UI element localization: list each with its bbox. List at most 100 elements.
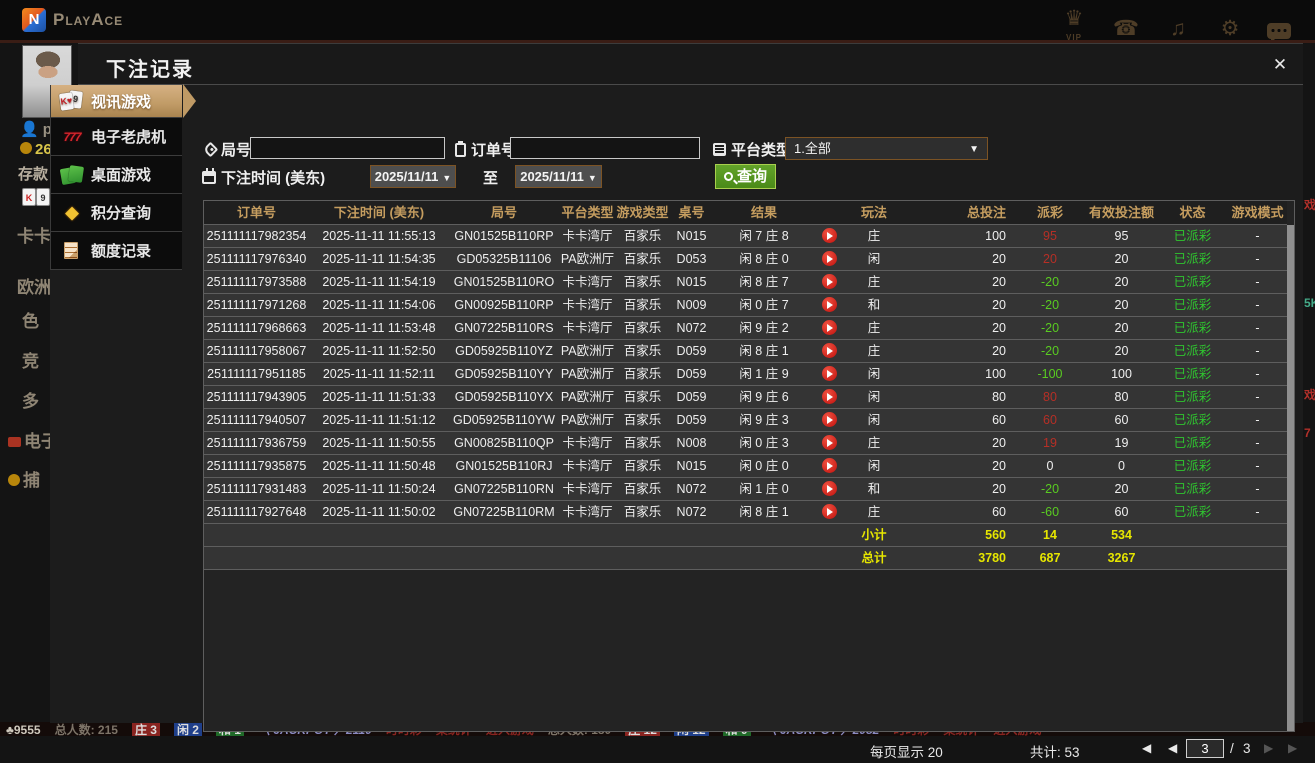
vertical-scrollbar[interactable] bbox=[1287, 225, 1294, 731]
cell-table_no: N015 bbox=[669, 455, 714, 477]
cell-payout: -20 bbox=[1016, 271, 1084, 293]
dialog-title: 下注记录 bbox=[106, 53, 194, 82]
brand-mark-icon: N bbox=[22, 8, 46, 32]
replay-video-button[interactable] bbox=[822, 412, 837, 427]
replay-video-button[interactable] bbox=[822, 435, 837, 450]
cell-game_mode: - bbox=[1226, 501, 1289, 523]
cell-platform: 卡卡湾厅 bbox=[559, 455, 616, 477]
date-from-picker[interactable]: 2025/11/11▼ bbox=[370, 165, 456, 188]
cell-order_no: 251111117951185 bbox=[204, 363, 309, 385]
settings-gear-icon[interactable]: ⚙ bbox=[1215, 16, 1245, 42]
bg-fragment: 戏 bbox=[1304, 196, 1315, 213]
cell-valid_bet: 20 bbox=[1084, 478, 1159, 500]
summary-label: 总计 bbox=[844, 547, 904, 569]
replay-video-button[interactable] bbox=[822, 274, 837, 289]
cell-game_mode: - bbox=[1226, 409, 1289, 431]
cell-order_no: 251111117927648 bbox=[204, 501, 309, 523]
cell-round_no: GD05925B110YY bbox=[449, 363, 559, 385]
replay-video-button[interactable] bbox=[822, 481, 837, 496]
table-row[interactable]: 2511111179358752025-11-11 11:50:48GN0152… bbox=[204, 455, 1287, 478]
table-row[interactable]: 2511111179511852025-11-11 11:52:11GD0592… bbox=[204, 363, 1287, 386]
cell-platform: 卡卡湾厅 bbox=[559, 271, 616, 293]
cell-table_no: D059 bbox=[669, 409, 714, 431]
table-row[interactable]: 2511111179735882025-11-11 11:54:19GN0152… bbox=[204, 271, 1287, 294]
cell-order_no: 251111117958067 bbox=[204, 340, 309, 362]
marquee-fragment: 庄 3 bbox=[132, 723, 160, 736]
table-row[interactable]: 2511111179314832025-11-11 11:50:24GN0722… bbox=[204, 478, 1287, 501]
cell-total_bet: 100 bbox=[904, 363, 1016, 385]
close-icon[interactable]: ✕ bbox=[1269, 54, 1291, 76]
cell-status: 已派彩 bbox=[1159, 340, 1226, 362]
cell-payout: -60 bbox=[1016, 501, 1084, 523]
last-page-button[interactable]: ▶ bbox=[1288, 741, 1297, 755]
menu-item-slots[interactable]: 777 电子老虎机 bbox=[51, 118, 182, 156]
chevron-down-icon: ▼ bbox=[969, 139, 979, 160]
platform-type-select[interactable]: 1.全部 ▼ bbox=[785, 137, 988, 160]
table-row[interactable]: 2511111179823542025-11-11 11:55:13GN0152… bbox=[204, 225, 1287, 248]
replay-video-button[interactable] bbox=[822, 389, 837, 404]
table-row[interactable]: 2511111179367592025-11-11 11:50:55GN0082… bbox=[204, 432, 1287, 455]
marquee-fragment: 闲 2 bbox=[174, 723, 202, 736]
cell-valid_bet: 0 bbox=[1084, 455, 1159, 477]
cell-valid_bet: 95 bbox=[1084, 225, 1159, 247]
replay-video-button[interactable] bbox=[822, 504, 837, 519]
first-page-button[interactable]: ◀ bbox=[1142, 741, 1151, 755]
order-no-input[interactable] bbox=[510, 137, 700, 159]
table-row[interactable]: 2511111179712682025-11-11 11:54:06GN0092… bbox=[204, 294, 1287, 317]
table-row[interactable]: 2511111179580672025-11-11 11:52:50GD0592… bbox=[204, 340, 1287, 363]
round-no-input[interactable] bbox=[250, 137, 445, 159]
cell-play_type: 闲 bbox=[844, 455, 904, 477]
replay-video-button[interactable] bbox=[822, 366, 837, 381]
prev-page-button[interactable]: ◀ bbox=[1168, 741, 1177, 755]
replay-video-button[interactable] bbox=[822, 297, 837, 312]
cell-table_no: D053 bbox=[669, 248, 714, 270]
cell-platform: PA欧洲厅 bbox=[559, 363, 616, 385]
cell-total_bet: 100 bbox=[904, 225, 1016, 247]
cell-table_no: D059 bbox=[669, 340, 714, 362]
chat-bubble-icon[interactable] bbox=[1267, 18, 1297, 39]
cell-platform: 卡卡湾厅 bbox=[559, 294, 616, 316]
cell-play_type: 庄 bbox=[844, 432, 904, 454]
cell-round_no: GD05325B11106 bbox=[449, 248, 559, 270]
marquee-fragment: ♣9555 bbox=[6, 723, 41, 736]
menu-item-table-games[interactable]: 桌面游戏 bbox=[51, 156, 182, 194]
next-page-button[interactable]: ▶ bbox=[1264, 741, 1273, 755]
replay-video-button[interactable] bbox=[822, 343, 837, 358]
menu-item-points-query[interactable]: ◆ 积分查询 bbox=[51, 194, 182, 232]
table-row[interactable]: 2511111179763402025-11-11 11:54:35GD0532… bbox=[204, 248, 1287, 271]
cell-payout: -20 bbox=[1016, 478, 1084, 500]
table-row[interactable]: 2511111179405072025-11-11 11:51:12GD0592… bbox=[204, 409, 1287, 432]
customer-support-icon[interactable]: ☎ bbox=[1111, 16, 1141, 42]
cell-round_no: GD05925B110YZ bbox=[449, 340, 559, 362]
cell-order_no: 251111117936759 bbox=[204, 432, 309, 454]
cell-payout: -20 bbox=[1016, 317, 1084, 339]
menu-item-video-games[interactable]: 9K♥ 视讯游戏 bbox=[51, 85, 182, 118]
replay-video-button[interactable] bbox=[822, 320, 837, 335]
search-button[interactable]: 查询 bbox=[715, 164, 776, 189]
replay-video-button[interactable] bbox=[822, 458, 837, 473]
cell-order_no: 251111117973588 bbox=[204, 271, 309, 293]
cell-game_mode: - bbox=[1226, 386, 1289, 408]
cell-game_type: 百家乐 bbox=[616, 294, 669, 316]
music-icon[interactable]: ♫ bbox=[1163, 16, 1193, 42]
table-row[interactable]: 2511111179686632025-11-11 11:53:48GN0722… bbox=[204, 317, 1287, 340]
table-row[interactable]: 2511111179276482025-11-11 11:50:02GN0722… bbox=[204, 501, 1287, 524]
cell-order_no: 251111117935875 bbox=[204, 455, 309, 477]
table-row[interactable]: 2511111179439052025-11-11 11:51:33GD0592… bbox=[204, 386, 1287, 409]
menu-item-credit-records[interactable]: 额度记录 bbox=[51, 232, 182, 270]
cell-game_type: 百家乐 bbox=[616, 409, 669, 431]
column-header: 派彩 bbox=[1016, 201, 1084, 224]
cell-status: 已派彩 bbox=[1159, 501, 1226, 523]
cell-status: 已派彩 bbox=[1159, 317, 1226, 339]
cell-total_bet: 20 bbox=[904, 478, 1016, 500]
cell-status: 已派彩 bbox=[1159, 455, 1226, 477]
date-to-picker[interactable]: 2025/11/11▼ bbox=[515, 165, 602, 188]
page-number-input[interactable] bbox=[1186, 739, 1224, 758]
cell-round_no: GN07225B110RM bbox=[449, 501, 559, 523]
cell-status: 已派彩 bbox=[1159, 432, 1226, 454]
lobby-deposit-label[interactable]: 存款 bbox=[18, 163, 48, 184]
page-separator: / bbox=[1230, 741, 1234, 756]
cell-table_no: N008 bbox=[669, 432, 714, 454]
replay-video-button[interactable] bbox=[822, 228, 837, 243]
replay-video-button[interactable] bbox=[822, 251, 837, 266]
